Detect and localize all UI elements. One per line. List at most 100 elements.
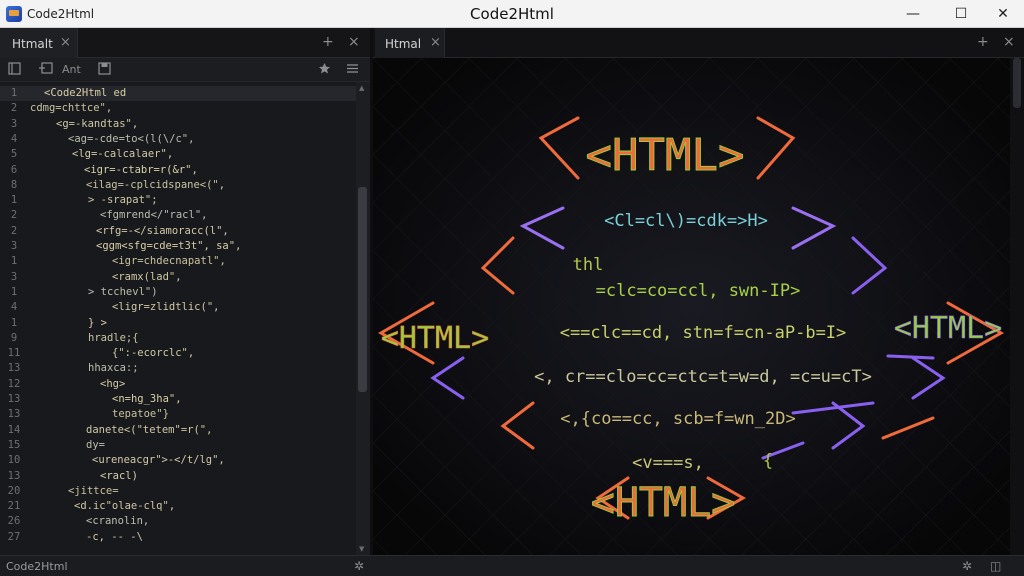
code-text: <ureneacgr">-</t/lg",	[92, 454, 225, 467]
code-line[interactable]: 4 <ag=-cde=to<(l(\/c",	[0, 132, 356, 147]
code-line[interactable]: 21 <d.ic"olae-clq",	[0, 499, 356, 514]
notifications-icon[interactable]: ◫	[990, 559, 1001, 573]
extensions-icon[interactable]: ✲	[962, 559, 972, 573]
art-row: <, cr==clo=cc=ctc=t=w=d, =c=u=cT>	[534, 367, 872, 387]
code-text: <ggm<sfg=cde=t3t", sa",	[96, 240, 242, 252]
art-row: <v===s,	[632, 453, 704, 473]
new-tab-button[interactable]: +	[322, 34, 334, 50]
code-text: hhaxca:;	[88, 362, 139, 375]
line-number: 13	[7, 362, 21, 375]
line-number: 2	[10, 102, 18, 115]
code-line[interactable]: 13 <racl)	[0, 469, 356, 484]
art-row: <==clc==cd, stn=f=cn-aP-b=I>	[560, 323, 847, 343]
code-editor[interactable]: 1 <Code2Html ed 2 cdmg=chttce", 3 <g=-kandtas…	[0, 82, 356, 555]
line-number: 6	[10, 163, 18, 176]
code-line[interactable]: 4 <ligr=zlidtlic(",	[0, 300, 356, 315]
code-line[interactable]: 1 > tcchevl")	[0, 285, 356, 300]
code-line[interactable]: 3 <ggm<sfg=cde=t3t", sa",	[0, 239, 356, 254]
code-line[interactable]: 1 > -srapat";	[0, 193, 356, 208]
preview-tab-bar: Htmal × + ×	[373, 28, 1024, 58]
code-text: <ag=-cde=to<(l(\/c",	[68, 132, 195, 145]
settings-icon[interactable]: ✲	[354, 559, 364, 573]
maximize-button[interactable]: ☐	[940, 0, 982, 28]
html-word-left: <HTML>	[381, 321, 489, 356]
html-word-right: <HTML>	[894, 311, 1002, 346]
tab-htmalt[interactable]: Htmalt ×	[0, 28, 78, 58]
close-button[interactable]: ✕	[982, 0, 1024, 28]
code-line[interactable]: 8 <ilag=-cplcidspane<(",	[0, 178, 356, 193]
code-line[interactable]: 26 <cranolin,	[0, 514, 356, 529]
code-text: dy=	[86, 438, 105, 451]
code-line[interactable]: 9 hradle;{	[0, 331, 356, 346]
art-row: <Cl=cl\)=cdk=>H>	[604, 211, 768, 231]
code-line[interactable]: 27 -c, -- -\	[0, 530, 356, 545]
code-line[interactable]: 2 cdmg=chttce",	[0, 101, 356, 116]
code-line[interactable]: 14 danete<("tetem"=r(",	[0, 423, 356, 438]
code-line[interactable]: 1 <igr=chdecnapatl",	[0, 254, 356, 269]
code-line[interactable]: 12 <hg>	[0, 377, 356, 392]
new-tab-button[interactable]: +	[977, 34, 989, 50]
code-text: } >	[88, 316, 107, 329]
scrollbar-thumb[interactable]	[358, 187, 367, 392]
app-name: Code2Html	[27, 7, 95, 21]
code-line[interactable]: 13 tepatoe"}	[0, 407, 356, 422]
code-text: <jittce=	[68, 484, 119, 497]
line-number: 26	[7, 515, 21, 528]
code-line[interactable]: 11 {":-ecorclc",	[0, 346, 356, 361]
scrollbar-thumb[interactable]	[1013, 58, 1021, 108]
code-line[interactable]: 13 hhaxca:;	[0, 361, 356, 376]
code-line[interactable]: 6 <igr=-ctabr=r(&r",	[0, 163, 356, 178]
line-number: 2	[10, 224, 18, 237]
code-text: <ligr=zlidtlic(",	[112, 301, 220, 314]
code-line[interactable]: 5 <lg=-calcalaer",	[0, 147, 356, 162]
code-editor-pane: Htmalt × + × Ant 1 <Code2Html ed 2 cdmg=cht…	[0, 28, 370, 555]
code-line[interactable]: 15 dy=	[0, 438, 356, 453]
art-row: =clc=co=ccl, swn-IP>	[596, 281, 801, 301]
pin-icon[interactable]	[318, 62, 331, 78]
line-number: 9	[10, 331, 18, 344]
code-text: <ilag=-cplcidspane<(",	[86, 178, 226, 191]
art-row: thl	[573, 255, 604, 275]
close-pane-button[interactable]: ×	[1003, 34, 1015, 50]
line-number: 8	[10, 178, 18, 191]
code-line[interactable]: 3 <g=-kandtas",	[0, 117, 356, 132]
editor-scrollbar[interactable]: ▲ ▼	[356, 82, 370, 555]
save-icon[interactable]	[98, 62, 111, 78]
tab-close-icon[interactable]: ×	[430, 35, 441, 50]
minimize-button[interactable]: —	[892, 0, 934, 28]
code-text: tepatoe"}	[112, 408, 169, 421]
code-line[interactable]: 1 } >	[0, 316, 356, 331]
code-text: <g=-kandtas",	[56, 117, 139, 130]
code-line[interactable]: 13 <n=hg_3ha",	[0, 392, 356, 407]
line-number: 14	[7, 423, 21, 436]
line-number: 21	[7, 500, 21, 513]
code-line[interactable]: 3 <ramx(lad",	[0, 270, 356, 285]
code-text: {":-ecorclc",	[112, 347, 195, 360]
scroll-up-icon[interactable]: ▲	[359, 84, 364, 92]
menu-icon[interactable]	[346, 62, 359, 78]
art-row: {	[763, 451, 773, 471]
preview-scrollbar[interactable]	[1010, 58, 1024, 555]
line-number: 1	[10, 285, 18, 298]
new-file-icon[interactable]	[38, 62, 54, 78]
code-line[interactable]: 2 <fgmrend</"racl",	[0, 208, 356, 223]
code-text: <Code2Html ed	[44, 87, 127, 99]
tab-close-icon[interactable]: ×	[60, 35, 71, 50]
code-line[interactable]: 10 <ureneacgr">-</t/lg",	[0, 453, 356, 468]
code-text: <igr=chdecnapatl",	[112, 255, 226, 268]
close-pane-button[interactable]: ×	[348, 34, 360, 50]
line-number: 1	[10, 316, 18, 329]
code-line[interactable]: 2 <rfg=-</siamoracc(l",	[0, 224, 356, 239]
code-line[interactable]: 20 <jittce=	[0, 484, 356, 499]
line-number: 3	[10, 240, 18, 252]
code-text: <ramx(lad",	[112, 270, 182, 283]
window-title: Code2Html	[470, 5, 554, 23]
scroll-down-icon[interactable]: ▼	[359, 545, 364, 553]
art-row: <,{co==cc, scb=f=wn_2D>	[560, 409, 795, 429]
code-line[interactable]: 1 <Code2Html ed	[0, 86, 356, 101]
line-number: 13	[7, 469, 21, 482]
tab-htmal[interactable]: Htmal ×	[375, 28, 445, 58]
code-text: > -srapat";	[88, 194, 158, 207]
editor-tab-bar: Htmalt × + ×	[0, 28, 370, 58]
panel-toggle-icon[interactable]	[8, 62, 21, 78]
